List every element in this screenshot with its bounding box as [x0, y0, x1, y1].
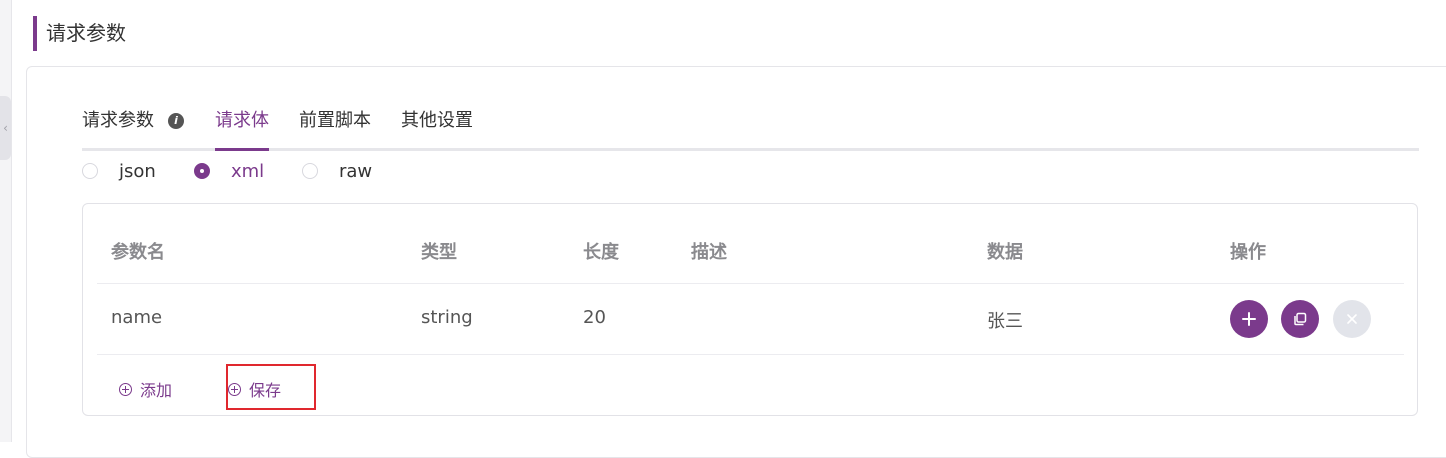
request-tabs: 请求参数 i 请求体 前置脚本 其他设置: [82, 104, 1419, 151]
radio-xml[interactable]: xml: [194, 158, 264, 184]
tab-label: 前置脚本: [299, 110, 371, 131]
tab-request-params[interactable]: 请求参数 i: [82, 104, 184, 148]
highlight-box: [226, 364, 316, 410]
table-footer-actions: 添加 保存: [97, 354, 1404, 416]
column-header-actions: 操作: [1230, 242, 1266, 263]
copy-icon: [1294, 312, 1307, 326]
radio-button-checked[interactable]: [194, 163, 210, 179]
tab-request-body[interactable]: 请求体: [215, 104, 269, 151]
column-header-length: 长度: [583, 242, 619, 263]
cell-type[interactable]: string: [421, 307, 473, 328]
cell-name[interactable]: name: [111, 307, 162, 328]
add-row-button[interactable]: [1230, 300, 1268, 338]
radio-label: xml: [231, 160, 265, 182]
add-label: 添加: [140, 381, 173, 400]
radio-label: json: [119, 160, 156, 182]
tab-label: 请求体: [215, 110, 269, 131]
tab-other-settings[interactable]: 其他设置: [401, 104, 473, 148]
sidebar-collapse-handle[interactable]: ‹: [0, 96, 11, 160]
tab-label: 请求参数: [82, 110, 154, 131]
add-param-button[interactable]: 添加: [119, 377, 172, 401]
radio-button[interactable]: [302, 163, 318, 179]
section-title: 请求参数: [33, 16, 126, 51]
cell-length[interactable]: 20: [583, 307, 606, 328]
column-header-name: 参数名: [111, 242, 165, 263]
cell-data[interactable]: 张三: [987, 307, 1023, 333]
radio-raw[interactable]: raw: [302, 158, 372, 184]
copy-row-button[interactable]: [1281, 300, 1319, 338]
info-icon[interactable]: i: [168, 113, 184, 129]
plus-icon: [1242, 312, 1256, 326]
radio-json[interactable]: json: [82, 158, 156, 184]
column-header-type: 类型: [421, 242, 457, 263]
radio-label: raw: [339, 160, 373, 182]
table-row: name string 20 张三: [97, 283, 1404, 355]
close-icon: [1347, 314, 1357, 324]
circle-plus-icon: [119, 382, 132, 396]
params-table: 参数名 类型 长度 描述 数据 操作 name string 20 张三 添加 …: [82, 203, 1418, 416]
radio-button[interactable]: [82, 163, 98, 179]
chevron-left-icon: ‹: [3, 121, 8, 135]
tab-label: 其他设置: [401, 110, 473, 131]
column-header-description: 描述: [691, 242, 727, 263]
column-header-data: 数据: [987, 242, 1023, 263]
tab-pre-script[interactable]: 前置脚本: [299, 104, 371, 148]
delete-row-button[interactable]: [1333, 300, 1371, 338]
left-rail: [0, 0, 12, 442]
table-header-row: 参数名 类型 长度 描述 数据 操作: [97, 204, 1404, 284]
